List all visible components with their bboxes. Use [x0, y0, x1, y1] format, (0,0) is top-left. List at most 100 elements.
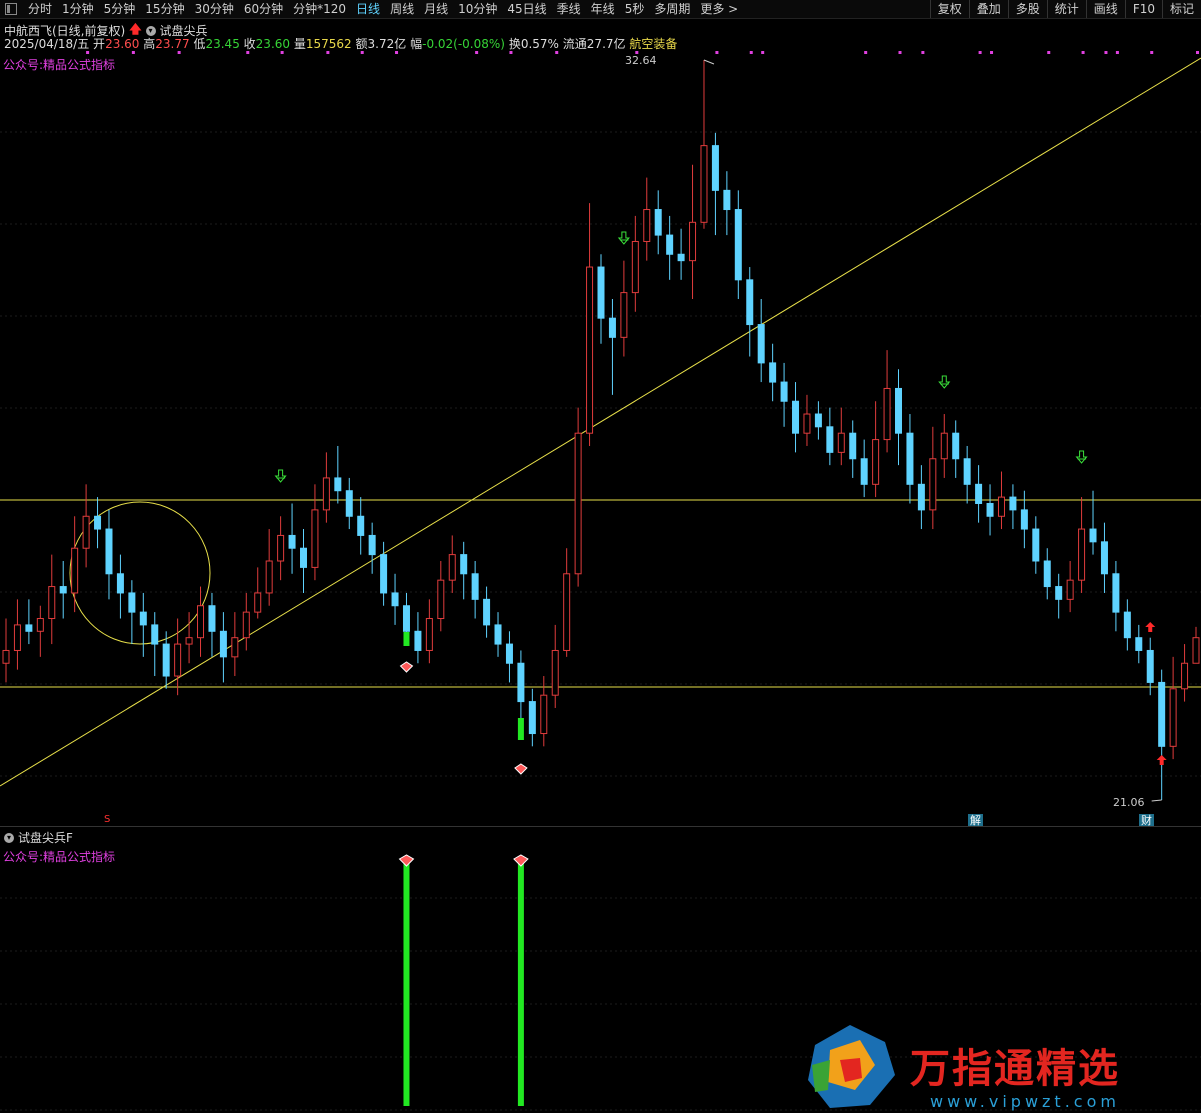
candle-body — [36, 618, 44, 632]
red-arrow-icon — [1145, 622, 1156, 632]
tab-4[interactable]: 30分钟 — [190, 0, 239, 18]
signal-dot — [978, 51, 982, 54]
down-arrow-icon — [1075, 450, 1088, 464]
candle-body — [769, 362, 777, 383]
signal-dot — [1196, 51, 1199, 54]
toolbar-button-4[interactable]: 画线 — [1085, 0, 1125, 18]
tab-7[interactable]: 日线 — [351, 0, 385, 18]
candle-body — [872, 439, 880, 485]
candle-body — [574, 432, 582, 575]
candle-body — [460, 554, 468, 575]
high-leader-line — [703, 59, 715, 65]
candle-body — [734, 209, 742, 281]
candle-body — [1009, 496, 1017, 511]
candle-body — [986, 502, 994, 517]
panel-toggle-icon[interactable] — [5, 3, 17, 15]
signal-dot — [280, 51, 284, 54]
signal-bar — [517, 859, 524, 1106]
candle-body — [1020, 509, 1028, 530]
signal-dot — [555, 51, 559, 54]
candle-body — [677, 253, 685, 262]
tab-10[interactable]: 10分钟 — [453, 0, 502, 18]
toolbar-button-1[interactable]: 叠加 — [968, 0, 1008, 18]
tab-13[interactable]: 年线 — [586, 0, 620, 18]
candle-body — [162, 643, 170, 677]
candle-body — [654, 209, 662, 236]
toolbar-button-5[interactable]: F10 — [1124, 0, 1162, 18]
signal-dot — [715, 51, 719, 54]
candle-body — [1146, 649, 1154, 683]
toolbar-button-2[interactable]: 多股 — [1007, 0, 1047, 18]
period-tabs: 分时 1分钟 5分钟 15分钟 30分钟 60分钟 分钟*120 日线 周线 月线 10分钟 45日线… — [23, 0, 743, 18]
tab-6[interactable]: 分钟*120 — [288, 0, 351, 18]
candle-body — [185, 637, 193, 645]
signal-dot — [1150, 51, 1154, 54]
tab-1[interactable]: 1分钟 — [57, 0, 99, 18]
indicator-menu-icon[interactable]: ▾ — [145, 25, 156, 36]
toolbar-button-0[interactable]: 复权 — [929, 0, 969, 18]
tab-9[interactable]: 月线 — [419, 0, 453, 18]
candle-body — [1032, 528, 1040, 562]
candle-body — [25, 624, 33, 632]
tab-0[interactable]: 分时 — [23, 0, 57, 18]
candle-body — [116, 573, 124, 594]
candle-body — [71, 547, 79, 594]
candle-body — [563, 573, 571, 651]
candle-body — [723, 189, 731, 211]
candle-body — [895, 387, 902, 434]
tab-8[interactable]: 周线 — [385, 0, 419, 18]
candle-body — [608, 317, 616, 338]
candle-body — [803, 413, 811, 434]
panel-divider[interactable] — [0, 826, 1201, 827]
candle-body — [391, 592, 399, 607]
down-arrow-icon — [274, 469, 287, 483]
candle-body — [494, 624, 502, 645]
tab-14[interactable]: 5秒 — [620, 0, 650, 18]
low-price-label: 21.06 — [1113, 796, 1145, 809]
down-arrow-icon — [617, 231, 630, 245]
candle-body — [814, 413, 822, 428]
toolbar-button-3[interactable]: 统计 — [1046, 0, 1086, 18]
candle-body — [242, 611, 250, 639]
candle-body — [586, 266, 594, 434]
s-marker: S — [104, 814, 111, 825]
signal-dot — [864, 51, 868, 54]
signal-bar — [403, 859, 410, 1106]
tab-3[interactable]: 15分钟 — [140, 0, 189, 18]
candle-body — [1135, 637, 1143, 651]
toolbar-button-6[interactable]: 标记 — [1161, 0, 1201, 18]
tab-15[interactable]: 多周期 — [649, 0, 695, 18]
tab-16[interactable]: 更多 > — [695, 0, 743, 18]
candle-body — [826, 426, 834, 453]
tab-12[interactable]: 季线 — [552, 0, 586, 18]
tab-2[interactable]: 5分钟 — [99, 0, 141, 18]
candlestick-chart[interactable] — [0, 46, 1201, 826]
diamond-signal-icon — [514, 763, 528, 775]
candle-body — [345, 490, 353, 517]
candle-body — [219, 630, 227, 658]
candle-body — [757, 324, 765, 364]
candle-body — [1089, 528, 1097, 543]
sub-indicator-menu-icon[interactable]: ▾ — [4, 832, 14, 843]
period-toolbar: 分时 1分钟 5分钟 15分钟 30分钟 60分钟 分钟*120 日线 周线 月线 10分钟 45日线… — [0, 0, 1201, 19]
signal-dot — [921, 51, 925, 54]
candle-body — [380, 554, 388, 594]
tab-11[interactable]: 45日线 — [502, 0, 551, 18]
candle-body — [1192, 637, 1200, 664]
green-signal-bar — [517, 718, 524, 740]
candle-body — [849, 432, 857, 460]
candle-body — [551, 649, 559, 696]
candle-body — [197, 605, 205, 639]
watermark-title: 万指通精选 — [910, 1046, 1120, 1092]
diamond-signal-icon — [513, 854, 529, 867]
candle-body — [254, 592, 262, 613]
candle-body — [402, 605, 410, 632]
candle-body — [334, 477, 342, 492]
candle-body — [963, 458, 971, 485]
tab-5[interactable]: 60分钟 — [239, 0, 288, 18]
candle-body — [128, 592, 136, 613]
candle-body — [505, 643, 513, 664]
candle-body — [860, 458, 868, 485]
candle-body — [689, 221, 697, 262]
signal-dot — [326, 51, 330, 54]
